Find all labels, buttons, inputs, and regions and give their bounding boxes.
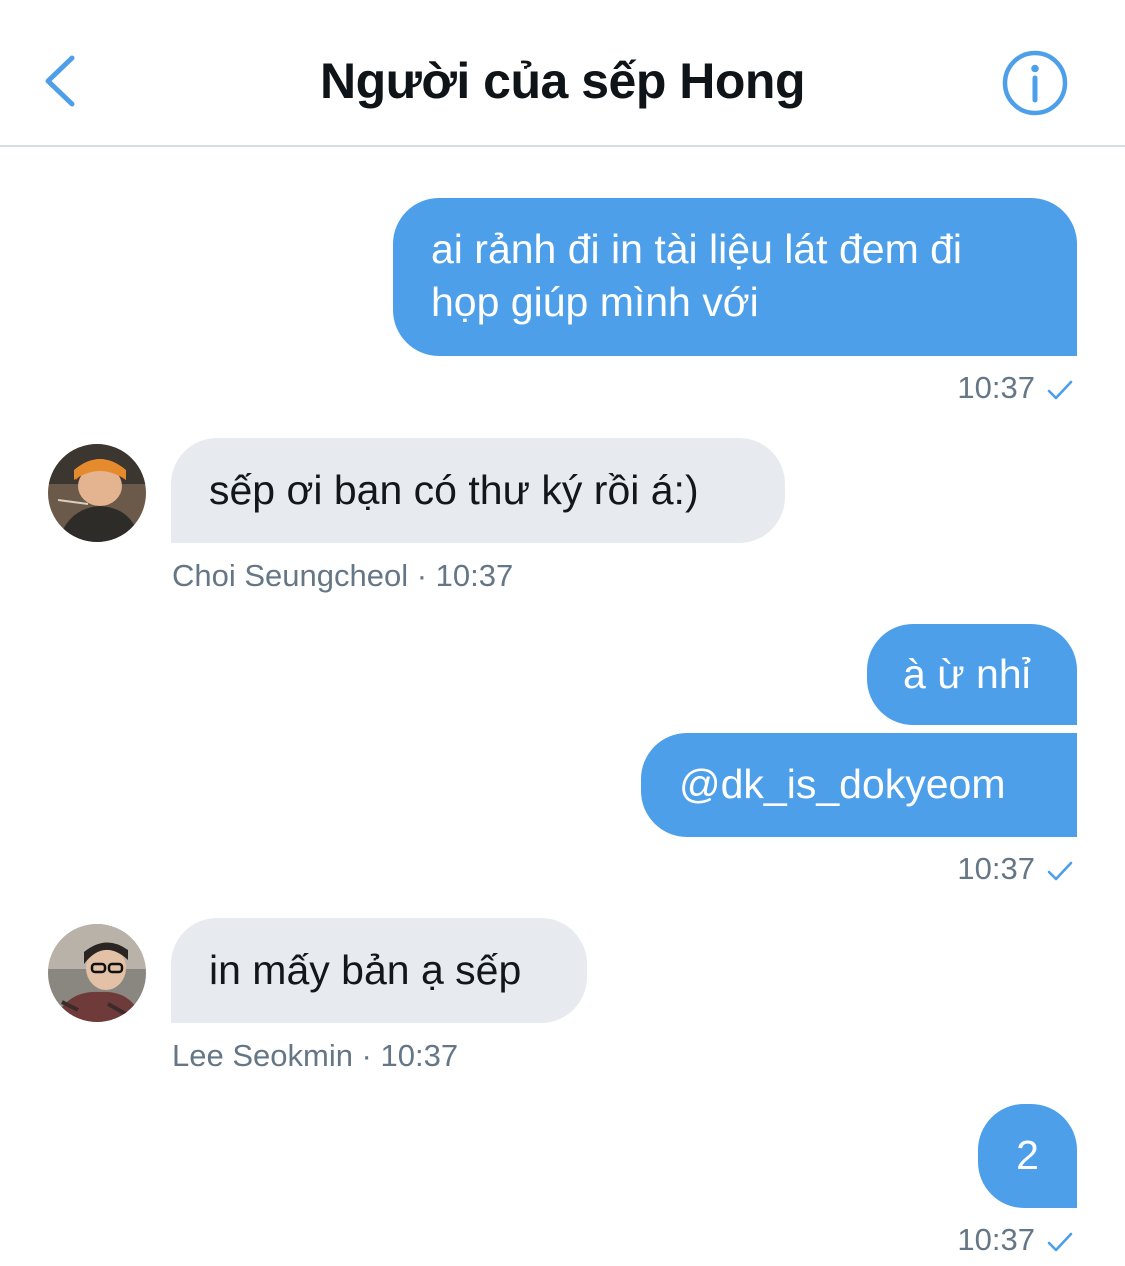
message-timestamp: 10:37 [957, 1222, 1073, 1258]
message-text: in mấy bản ạ sếp [209, 947, 522, 993]
message-text: sếp ơi bạn có thư ký rồi á:) [209, 467, 699, 513]
message-text: à ừ nhỉ [903, 651, 1031, 697]
message-bubble-outgoing[interactable]: ai rảnh đi in tài liệu lát đem đi họp gi… [393, 198, 1077, 356]
message-bubble-outgoing[interactable]: @dk_is_dokyeom [641, 733, 1077, 837]
chat-header: Người của sếp Hong [0, 0, 1125, 147]
conversation-title: Người của sếp Hong [319, 53, 806, 109]
message-text: 2 [1016, 1132, 1039, 1178]
avatar[interactable] [48, 444, 146, 542]
message-bubble-outgoing[interactable]: 2 [978, 1104, 1077, 1208]
checkmark-icon [1047, 1232, 1073, 1252]
avatar[interactable] [48, 924, 146, 1022]
sender-meta: Choi Seungcheol · 10:37 [172, 558, 514, 593]
message-timestamp: 10:37 [957, 851, 1073, 887]
message-bubble-outgoing[interactable]: à ừ nhỉ [867, 624, 1077, 725]
message-bubble-incoming[interactable]: in mấy bản ạ sếp [171, 918, 587, 1023]
message-bubble-incoming[interactable]: sếp ơi bạn có thư ký rồi á:) [171, 438, 785, 543]
message-timestamp: 10:37 [957, 370, 1073, 406]
conversation-info-button[interactable] [1000, 48, 1070, 118]
checkmark-icon [1047, 380, 1073, 400]
info-circle-icon [1002, 50, 1068, 116]
checkmark-icon [1047, 861, 1073, 881]
sender-meta: Lee Seokmin · 10:37 [172, 1038, 459, 1073]
message-text: ai rảnh đi in tài liệu lát đem đi họp gi… [431, 226, 963, 325]
message-text: @dk_is_dokyeom [679, 761, 1006, 807]
